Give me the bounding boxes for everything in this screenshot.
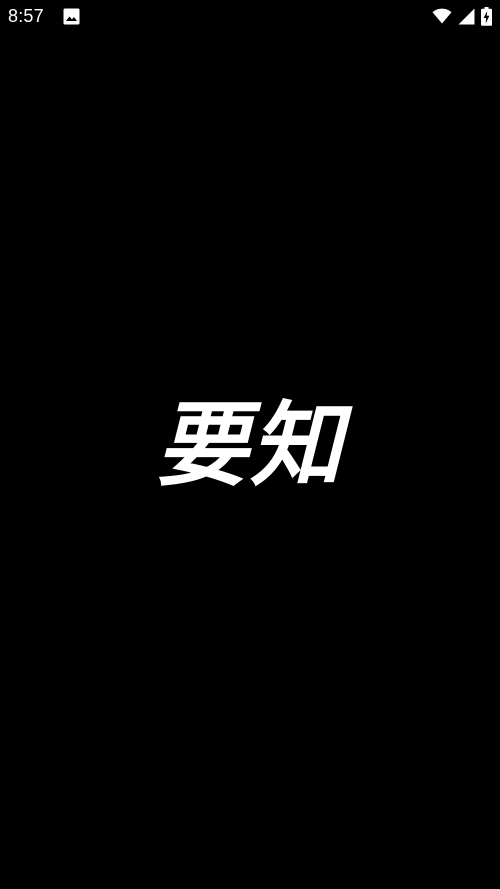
battery-charging-icon (481, 6, 492, 26)
status-icons (432, 5, 492, 27)
cell-signal-icon (458, 8, 475, 25)
status-bar: 8:57 (0, 0, 500, 33)
app-logo-text: 要知 (155, 392, 344, 499)
status-time: 8:57 (8, 6, 44, 26)
image-icon (63, 8, 80, 25)
splash-screen: 要知 (0, 33, 500, 889)
wifi-icon (432, 8, 452, 24)
